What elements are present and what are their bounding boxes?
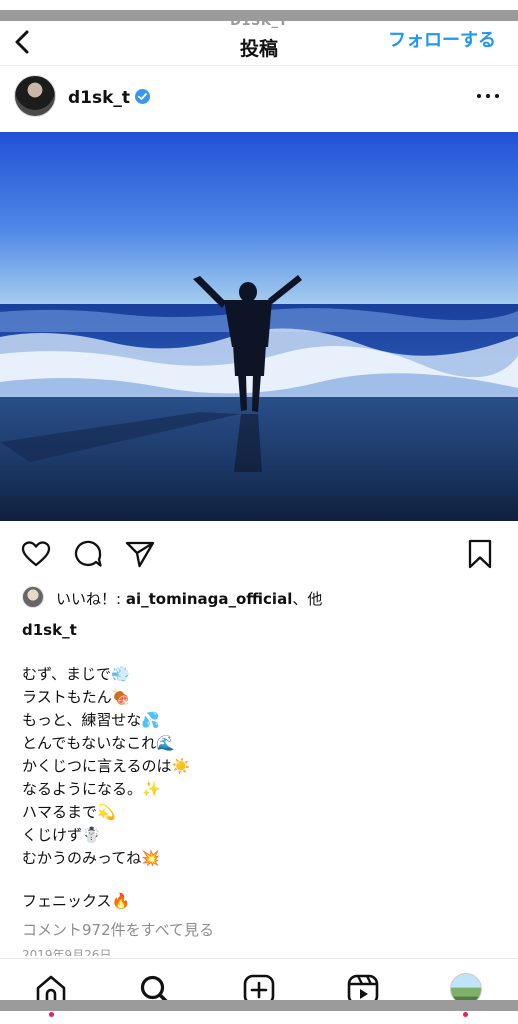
caption-line: ラストもたん🍖 — [22, 688, 131, 706]
more-dots-icon[interactable] — [476, 86, 500, 106]
caption-line: くじけず☃️ — [22, 826, 101, 844]
comment-bubble-icon — [74, 540, 102, 567]
comment-button[interactable] — [72, 538, 104, 570]
caption-line: ハマるまで💫 — [22, 803, 116, 821]
paper-plane-icon — [125, 541, 155, 568]
caption-text: むず、まじで💨 ラストもたん🍖 もっと、練習せな💦 とんでもないなこれ🌊 かくじ… — [22, 663, 492, 913]
likes-prefix: いいね！: — [56, 590, 126, 608]
post-username[interactable]: d1sk_t — [68, 88, 130, 108]
heart-icon — [21, 541, 51, 567]
post-header: d1sk_t — [0, 66, 518, 132]
home-indicator-band — [0, 1000, 518, 1011]
bookmark-icon — [468, 539, 492, 569]
liker-avatar — [22, 586, 44, 608]
likes-text: いいね！: ai_tominaga_official、他 — [56, 588, 322, 609]
caption-line: かくじつに言えるのは☀️ — [22, 757, 191, 775]
beach-photo — [0, 132, 518, 521]
home-notification-dot — [49, 1012, 54, 1017]
view-comments-link[interactable]: コメント972件をすべて見る — [22, 919, 214, 940]
save-button[interactable] — [464, 538, 496, 570]
action-bar — [0, 533, 518, 573]
verified-badge-icon — [135, 89, 150, 104]
profile-notification-dot — [463, 1012, 468, 1017]
top-header: 投稿 フォローする — [0, 22, 518, 66]
status-strip: D1SK_T — [0, 0, 518, 29]
share-button[interactable] — [124, 538, 156, 570]
caption-line: なるようになる。✨ — [22, 780, 161, 798]
like-button[interactable] — [20, 538, 52, 570]
caption-line: むかうのみってね💥 — [22, 849, 160, 867]
bottom-nav — [0, 958, 518, 1024]
caption-line: むず、まじで💨 — [22, 665, 130, 683]
caption-line: とんでもないなこれ🌊 — [22, 734, 175, 752]
likes-suffix: 、他 — [292, 590, 323, 608]
caption-username[interactable]: d1sk_t — [22, 621, 77, 639]
avatar[interactable] — [14, 75, 56, 117]
post-date: 2019年9月26日 — [22, 948, 112, 956]
follow-button[interactable]: フォローする — [388, 26, 496, 52]
caption-line: もっと、練習せな💦 — [22, 711, 161, 729]
liker-username[interactable]: ai_tominaga_official — [126, 590, 293, 608]
caption-closing: フェニックス🔥 — [22, 892, 131, 910]
post-photo[interactable] — [0, 132, 518, 521]
